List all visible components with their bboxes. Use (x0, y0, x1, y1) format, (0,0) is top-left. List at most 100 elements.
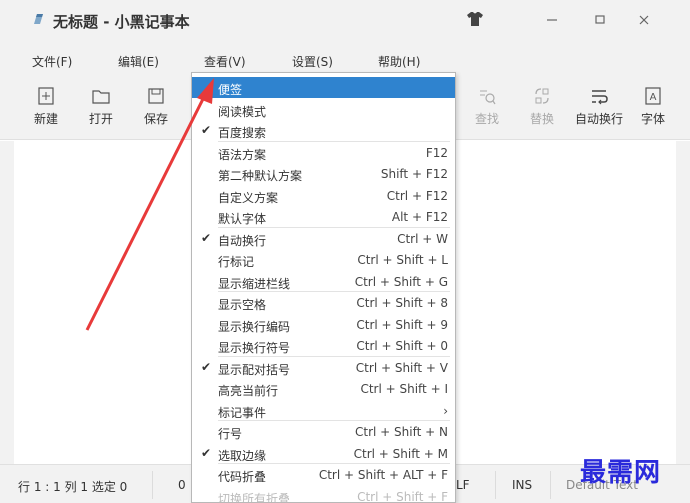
menu-item-second-default-scheme[interactable]: 第二种默认方案 Shift + F12 (192, 163, 455, 184)
menu-item-show-eol-symbol[interactable]: 显示换行符号 Ctrl + Shift + 0 (192, 335, 455, 356)
cursor-position: 行 1 : 1 列 1 选定 0 (18, 480, 128, 494)
new-label: 新建 (33, 112, 58, 126)
menu-item-shortcut: Shift + F12 (380, 167, 448, 181)
menu-item-label: 便签 (218, 83, 243, 97)
open-label: 打开 (88, 112, 113, 126)
menu-item-label: 第二种默认方案 (218, 169, 303, 183)
menu-item-shortcut: Ctrl + Shift + L (357, 253, 448, 267)
menu-item-label: 标记事件 (218, 405, 267, 420)
open-button[interactable]: 打开 (78, 84, 124, 134)
menu-help[interactable]: 帮助(H) (378, 53, 420, 70)
menu-item-shortcut: Alt + F12 (391, 210, 448, 224)
find-icon (480, 90, 496, 105)
maximize-button[interactable] (580, 8, 620, 32)
minimize-button[interactable] (532, 8, 572, 32)
new-file-icon (38, 87, 54, 105)
menu-item-line-numbers[interactable]: 行号 Ctrl + Shift + N (192, 421, 455, 442)
menu-item-label: 显示配对括号 (218, 362, 291, 377)
menu-item-label: 选取边缘 (218, 448, 267, 463)
menu-item-reading-mode[interactable]: 阅读模式 (192, 99, 455, 120)
menu-item-shortcut: Ctrl + W (397, 231, 448, 246)
menu-item-line-marker[interactable]: 行标记 Ctrl + Shift + L (192, 249, 455, 270)
menu-file[interactable]: 文件(F) (32, 53, 72, 70)
menu-item-label: 切换所有折叠 (218, 491, 291, 503)
status-divider (550, 471, 551, 499)
menu-item-highlight-current-line[interactable]: 高亮当前行 Ctrl + Shift + I (192, 378, 455, 399)
menu-item-label: 默认字体 (218, 212, 267, 226)
window-title: 无标题 - 小黑记事本 (53, 13, 190, 31)
menu-item-bracket-matching[interactable]: ✔ 显示配对括号 Ctrl + Shift + V (192, 357, 455, 378)
menu-item-label: 显示空格 (218, 298, 267, 312)
menu-view[interactable]: 查看(V) (204, 53, 246, 70)
menu-item-label: 自定义方案 (218, 190, 279, 205)
status-divider (495, 471, 496, 499)
new-button[interactable]: 新建 (23, 84, 69, 134)
menu-item-default-font[interactable]: 默认字体 Alt + F12 (192, 206, 455, 227)
view-menu-dropdown: 便签阅读模式 ✔ 百度搜索语法方案 F12 第二种默认方案 Shift + F12 自定义方… (191, 72, 456, 503)
menu-item-label: 阅读模式 (218, 104, 267, 119)
menu-item-shortcut: Ctrl + Shift + I (360, 382, 448, 396)
font-button[interactable]: A 字体 (633, 84, 673, 134)
menu-item-code-folding[interactable]: 代码折叠 Ctrl + Shift + ALT + F (192, 464, 455, 485)
menu-item-indent-guides[interactable]: 显示缩进栏线 Ctrl + Shift + G (192, 271, 455, 292)
menu-item-shortcut: Ctrl + Shift + 0 (356, 339, 448, 353)
checkmark-icon: ✔ (201, 123, 212, 137)
status-divider (152, 471, 153, 499)
font-label: 字体 (640, 112, 665, 126)
save-icon (148, 88, 164, 104)
find-button[interactable]: 查找 (464, 84, 510, 134)
maximize-icon (595, 15, 605, 24)
wrap-button[interactable]: 自动换行 (573, 84, 625, 134)
pen-icon (34, 14, 43, 24)
menu-settings[interactable]: 设置(S) (292, 53, 333, 70)
menu-item-toggle-all-folds[interactable]: 切换所有折叠 Ctrl + Shift + F (192, 486, 455, 503)
shirt-icon[interactable] (466, 11, 484, 27)
menu-item-selection-margin[interactable]: ✔ 选取边缘 Ctrl + Shift + M (192, 443, 455, 464)
menu-item-label: 自动换行 (218, 233, 267, 248)
menu-item-baidu-search[interactable]: ✔ 百度搜索 (192, 120, 455, 141)
menu-item-show-eol-code[interactable]: 显示换行编码 Ctrl + Shift + 9 (192, 314, 455, 335)
folder-icon (92, 90, 110, 104)
font-icon: A (645, 87, 661, 105)
menu-item-label: 百度搜索 (218, 126, 267, 140)
replace-icon (535, 88, 549, 104)
menu-item-mark-events[interactable]: 标记事件 › (192, 400, 455, 421)
menu-edit[interactable]: 编辑(E) (118, 53, 159, 70)
close-icon (639, 15, 649, 25)
menu-item-label: 语法方案 (218, 147, 267, 162)
menu-item-shortcut: Ctrl + Shift + ALT + F (318, 468, 448, 482)
menu-item-label: 行标记 (218, 255, 255, 269)
menu-item-shortcut: Ctrl + Shift + V (355, 360, 448, 375)
encoding-status[interactable]: 0 (178, 478, 186, 492)
menu-item-shortcut: Ctrl + Shift + N (355, 425, 448, 439)
menu-item-shortcut: Ctrl + Shift + 8 (356, 296, 448, 310)
minimize-icon (547, 19, 557, 21)
menu-item-sticky-note[interactable]: 便签 (192, 77, 455, 98)
checkmark-icon: ✔ (201, 445, 212, 460)
svg-text:A: A (650, 92, 657, 103)
close-button[interactable] (624, 8, 664, 32)
replace-button[interactable]: 替换 (519, 84, 565, 134)
menu-item-syntax-scheme[interactable]: 语法方案 F12 (192, 142, 455, 163)
menu-item-shortcut: F12 (425, 145, 448, 160)
menu-item-label: 高亮当前行 (218, 384, 279, 398)
save-button[interactable]: 保存 (133, 84, 179, 134)
wrap-label: 自动换行 (574, 112, 623, 126)
menu-item-label: 行号 (218, 427, 243, 441)
menu-item-shortcut: Ctrl + F12 (386, 188, 448, 203)
title-bar: 无标题 - 小黑记事本 (0, 0, 690, 40)
save-label: 保存 (143, 112, 168, 126)
menu-item-shortcut: Ctrl + Shift + 9 (356, 317, 448, 332)
checkmark-icon: ✔ (201, 359, 212, 374)
insert-mode-status[interactable]: INS (512, 478, 532, 492)
watermark: 最需网 (580, 458, 662, 488)
menu-item-auto-wrap[interactable]: ✔ 自动换行 Ctrl + W (192, 228, 455, 249)
menu-item-shortcut: Ctrl + Shift + F (357, 489, 448, 503)
eol-status[interactable]: LF (456, 478, 470, 492)
editor-right-margin (676, 141, 690, 464)
menu-item-custom-scheme[interactable]: 自定义方案 Ctrl + F12 (192, 185, 455, 206)
menu-bar: 文件(F) 编辑(E) 查看(V) 设置(S) 帮助(H) (0, 40, 690, 74)
menu-item-label: 代码折叠 (218, 470, 267, 484)
editor-left-margin (0, 141, 14, 464)
menu-item-show-spaces[interactable]: 显示空格 Ctrl + Shift + 8 (192, 292, 455, 313)
